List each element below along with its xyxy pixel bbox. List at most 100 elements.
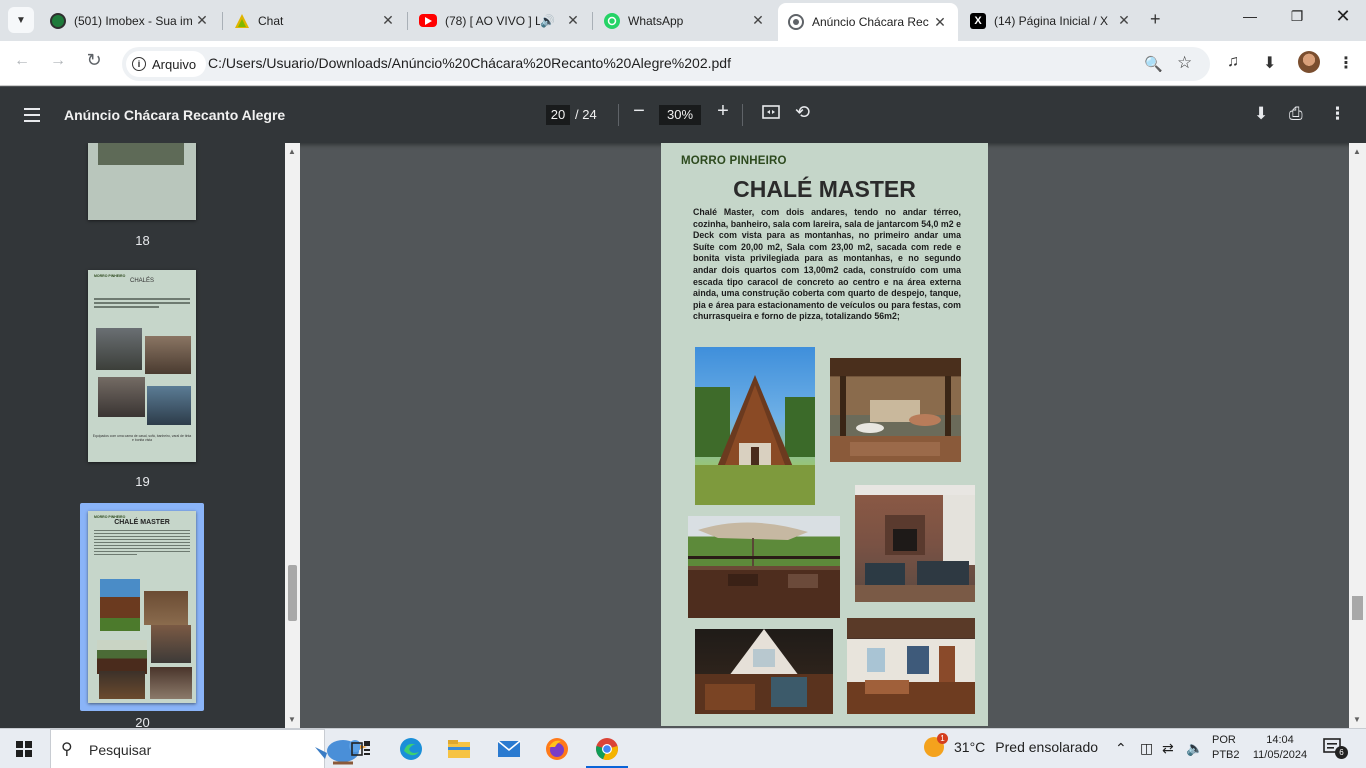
- pdf-more-icon[interactable]: ⋮: [1329, 104, 1346, 124]
- tab-separator: [407, 12, 408, 30]
- close-icon[interactable]: ✕: [750, 12, 766, 29]
- page-body-text: Chalé Master, com dois andares, tendo no…: [693, 207, 961, 322]
- page-number-input[interactable]: 20: [546, 105, 570, 125]
- windows-start-icon[interactable]: [16, 741, 32, 757]
- download-icon[interactable]: ⬇: [1263, 53, 1276, 73]
- sidebar-scrollbar[interactable]: [285, 143, 300, 728]
- clock[interactable]: 14:04 11/05/2024: [1247, 733, 1313, 763]
- minimize-icon[interactable]: —: [1238, 8, 1262, 24]
- bookmark-star-icon[interactable]: ☆: [1177, 53, 1192, 73]
- chrome-icon[interactable]: [586, 736, 628, 768]
- file-explorer-icon[interactable]: [446, 736, 472, 762]
- chevron-down-icon: ▼: [16, 14, 26, 26]
- new-tab-button[interactable]: +: [1150, 9, 1161, 30]
- photo-deck: [688, 516, 840, 618]
- site-info-chip[interactable]: i Arquivo: [126, 51, 207, 77]
- photo-covered-patio: [830, 358, 961, 462]
- fit-page-icon[interactable]: [762, 104, 780, 124]
- language-code: POR: [1212, 734, 1236, 746]
- volume-icon[interactable]: 🔈: [1186, 740, 1203, 757]
- zoom-in-icon[interactable]: +: [713, 100, 733, 123]
- taskbar-search[interactable]: ⚲ Pesquisar: [50, 729, 367, 768]
- tab-title: (14) Página Inicial / X: [994, 13, 1109, 28]
- pdf-page: MORRO PINHEIRO CHALÉ MASTER Chalé Master…: [661, 143, 988, 726]
- thumbnail-page-20[interactable]: MORRO PINHEIRO CHALÉ MASTER: [88, 511, 196, 703]
- weather-description: Pred ensolarado: [995, 739, 1099, 755]
- tab-separator: [222, 12, 223, 30]
- page-title: CHALÉ MASTER: [733, 176, 916, 202]
- weather-widget[interactable]: 1 31°C Pred ensolarado: [924, 733, 1099, 757]
- close-window-icon[interactable]: ✕: [1331, 6, 1355, 27]
- thumbnail-page-18[interactable]: [88, 143, 196, 220]
- tab-title: (78) [ AO VIVO ] L: [445, 13, 541, 28]
- weather-temp: 31°C: [954, 739, 986, 755]
- avatar[interactable]: [1298, 51, 1320, 73]
- chevron-up-icon[interactable]: ⌃: [1115, 740, 1127, 757]
- main-scroll-up-icon[interactable]: ▲: [1353, 147, 1361, 156]
- edge-icon[interactable]: [398, 736, 424, 762]
- zoom-magnifier-icon[interactable]: 🔍: [1144, 55, 1163, 73]
- main-scrollbar-thumb[interactable]: [1352, 596, 1363, 620]
- speaker-icon[interactable]: 🔊: [540, 14, 555, 28]
- main-scroll-down-icon[interactable]: ▼: [1353, 715, 1361, 724]
- tab-title: Chat: [258, 13, 284, 28]
- more-vert-icon[interactable]: ⋮: [1338, 53, 1354, 73]
- pdf-download-icon[interactable]: ⬇: [1254, 104, 1268, 124]
- close-icon[interactable]: ✕: [932, 14, 948, 31]
- thumbnail-page-19[interactable]: MORRO PINHEIRO CHALÉS Equipados com uma …: [88, 270, 196, 462]
- tab-anuncio[interactable]: Anúncio Chácara Rec ✕: [778, 3, 958, 41]
- tab-chat[interactable]: Chat ✕: [224, 6, 406, 35]
- close-icon[interactable]: ✕: [565, 12, 581, 29]
- tab-imobex[interactable]: (501) Imobex - Sua im ✕: [40, 6, 220, 35]
- firefox-icon[interactable]: [544, 736, 570, 762]
- tab-title: (501) Imobex - Sua im: [74, 13, 193, 28]
- network-icon[interactable]: ⇄: [1162, 740, 1174, 757]
- thumbnail-sidebar: 18 MORRO PINHEIRO CHALÉS Equipados com u…: [0, 143, 285, 728]
- scroll-up-icon[interactable]: ▲: [288, 147, 296, 156]
- divider: [742, 104, 743, 126]
- youtube-icon: [419, 14, 437, 27]
- tab-search-button[interactable]: ▼: [8, 7, 34, 33]
- rotate-icon[interactable]: ⟲: [795, 102, 810, 123]
- browser-toolbar: ← → ↻ i Arquivo C:/Users/Usuario/Downloa…: [0, 41, 1366, 86]
- clock-date: 11/05/2024: [1252, 749, 1308, 761]
- tab-youtube[interactable]: (78) [ AO VIVO ] L 🔊 ✕: [409, 6, 591, 35]
- photo-interior: [847, 618, 975, 714]
- thumbnail-number: 18: [135, 233, 150, 248]
- thumbnail-title: CHALÉ MASTER: [114, 519, 170, 526]
- scroll-down-icon[interactable]: ▼: [288, 715, 296, 724]
- task-view-icon[interactable]: [348, 736, 374, 762]
- tab-x[interactable]: X (14) Página Inicial / X ✕: [960, 6, 1142, 35]
- restore-icon[interactable]: ❐: [1285, 8, 1309, 25]
- device-icon[interactable]: ◫: [1140, 740, 1153, 757]
- zoom-out-icon[interactable]: −: [629, 100, 649, 123]
- url-text[interactable]: C:/Users/Usuario/Downloads/Anúncio%20Chá…: [208, 55, 731, 71]
- zoom-input[interactable]: 30%: [659, 105, 701, 125]
- close-icon[interactable]: ✕: [1116, 12, 1132, 29]
- tab-separator: [592, 12, 593, 30]
- sidebar-scrollbar-thumb[interactable]: [288, 565, 297, 621]
- keyboard-layout: PTB2: [1212, 749, 1240, 761]
- forward-icon[interactable]: →: [46, 52, 70, 70]
- taskbar: ⚲ Pesquisar 1 31°C Pred ensolarado ⌃ ◫ ⇄…: [0, 728, 1366, 768]
- menu-icon[interactable]: [24, 108, 40, 122]
- divider: [618, 104, 619, 126]
- close-icon[interactable]: ✕: [380, 12, 396, 29]
- notification-center-icon[interactable]: 6: [1323, 738, 1348, 760]
- clock-time: 14:04: [1266, 734, 1294, 746]
- media-controls-icon[interactable]: ♫: [1227, 53, 1239, 71]
- whatsapp-icon: [604, 12, 620, 29]
- main-scrollbar[interactable]: [1349, 143, 1366, 728]
- close-icon[interactable]: ✕: [194, 12, 210, 29]
- language-indicator[interactable]: POR PTB2: [1212, 733, 1240, 763]
- address-bar[interactable]: i Arquivo C:/Users/Usuario/Downloads/Anú…: [122, 47, 1210, 81]
- back-icon[interactable]: ←: [10, 52, 34, 70]
- reload-icon[interactable]: ↻: [82, 50, 106, 71]
- print-icon[interactable]: ⎙: [1289, 104, 1303, 124]
- search-placeholder: Pesquisar: [89, 742, 152, 758]
- thumbnail-number: 19: [135, 474, 150, 489]
- tab-whatsapp[interactable]: WhatsApp ✕: [594, 6, 776, 35]
- mail-icon[interactable]: [496, 736, 522, 762]
- thumbnail-number: 20: [135, 715, 150, 728]
- photo-chalet-exterior: [695, 347, 815, 505]
